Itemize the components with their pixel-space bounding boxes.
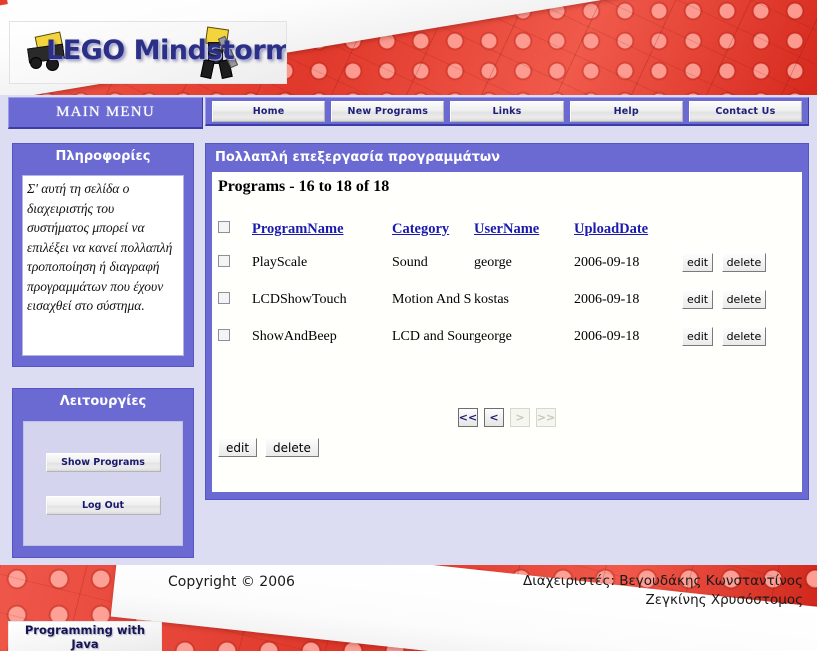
content-body: Programs - 16 to 18 of 18 ProgramName Ca… — [212, 172, 802, 492]
copyright-label: Copyright © 2006 — [168, 574, 295, 590]
content-heading: Πολλαπλή επεξεργασία προγραμμάτων — [215, 150, 501, 165]
sort-link-uploaddate[interactable]: UploadDate — [574, 221, 648, 237]
administrators-line-1: Διαχειριστές: Βεγουδάκης Κωνσταντίνος — [523, 573, 803, 589]
main-menu-bar: MAIN MENU Home New Programs Links Help C… — [0, 95, 817, 131]
cell-actions: edit delete — [682, 318, 796, 355]
programs-count-label: Programs - 16 to 18 of 18 — [218, 178, 390, 195]
main-menu-title: MAIN MENU — [8, 97, 203, 129]
java-badge-line-1: Programming with — [24, 623, 146, 637]
logo-wordmark: LEGO Mindstorms — [46, 35, 287, 66]
pagination-controls: << < > >> — [212, 408, 802, 427]
site-header-banner: LEGO Mindstorms — [0, 0, 817, 95]
row-edit-button[interactable]: edit — [682, 253, 714, 272]
minifig-left-wheel-icon — [30, 57, 42, 69]
administrators-line-2: Ζεγκίνης Χρυσόστομος — [645, 592, 803, 608]
sidebar-functions-title: Λειτουργίες — [59, 393, 147, 409]
column-header-category: Category — [392, 214, 474, 244]
cell-category: Sound — [392, 254, 428, 270]
row-select-cell — [218, 281, 252, 318]
sort-link-category[interactable]: Category — [392, 221, 449, 237]
lego-mindstorms-logo: LEGO Mindstorms — [9, 21, 287, 84]
row-edit-button[interactable]: edit — [682, 327, 714, 346]
column-header-uploaddate: UploadDate — [574, 214, 682, 244]
show-programs-button[interactable]: Show Programs — [45, 452, 161, 472]
table-row: PlayScale Sound george 2006-09-18 edit d… — [218, 244, 796, 281]
pager-last: >> — [536, 408, 556, 427]
row-checkbox[interactable] — [218, 291, 230, 304]
pager-next: > — [510, 408, 530, 427]
cell-uploaddate: 2006-09-18 — [574, 254, 640, 270]
sort-link-programname[interactable]: ProgramName — [252, 221, 344, 237]
bulk-actions: edit delete — [218, 438, 319, 457]
sidebar-info-body: Σ' αυτή τη σελίδα ο διαχειριστής του συσ… — [22, 175, 184, 356]
content-panel: Πολλαπλή επεξεργασία προγραμμάτων Progra… — [205, 143, 809, 500]
bulk-delete-button[interactable]: delete — [265, 438, 319, 457]
cell-category: LCD and Soun — [392, 328, 474, 344]
select-all-checkbox[interactable] — [218, 221, 230, 233]
cell-category: Motion And S — [392, 291, 472, 307]
cell-uploaddate: 2006-09-18 — [574, 328, 640, 344]
cell-actions: edit delete — [682, 244, 796, 281]
page-root: LEGO Mindstorms MAIN MENU Home New Progr… — [0, 0, 817, 651]
row-checkbox[interactable] — [218, 328, 230, 341]
main-menu-title-label: MAIN MENU — [56, 104, 155, 120]
cell-programname: LCDShowTouch — [252, 291, 347, 307]
programs-table: ProgramName Category UserName UploadDate — [218, 214, 796, 355]
row-edit-button[interactable]: edit — [682, 290, 714, 309]
nav-new-programs[interactable]: New Programs — [331, 100, 445, 122]
main-nav-buttons: Home New Programs Links Help Contact Us — [205, 97, 809, 126]
cell-uploaddate: 2006-09-18 — [574, 291, 640, 307]
nav-contact-us[interactable]: Contact Us — [688, 100, 803, 122]
table-row: ShowAndBeep LCD and Soun george 2006-09-… — [218, 318, 796, 355]
programming-with-java-badge: Programming with Java — [8, 621, 162, 651]
cell-actions: edit delete — [682, 281, 796, 318]
cell-username: george — [474, 328, 512, 344]
cell-programname: PlayScale — [252, 254, 308, 270]
column-header-username: UserName — [474, 214, 574, 244]
sidebar-info-text: Σ' αυτή τη σελίδα ο διαχειριστής του συσ… — [27, 181, 173, 313]
nav-help[interactable]: Help — [569, 100, 683, 122]
row-select-cell — [218, 244, 252, 281]
row-checkbox[interactable] — [218, 254, 230, 267]
row-delete-button[interactable]: delete — [721, 290, 767, 309]
table-header-row: ProgramName Category UserName UploadDate — [218, 214, 796, 244]
select-all-cell — [218, 214, 252, 244]
sidebar-functions-body: Show Programs Log Out — [23, 421, 183, 546]
table-row: LCDShowTouch Motion And S kostas 2006-09… — [218, 281, 796, 318]
pager-prev[interactable]: < — [484, 408, 504, 427]
nav-links[interactable]: Links — [450, 100, 564, 122]
cell-username: kostas — [474, 291, 509, 307]
java-badge-line-2: Java — [71, 637, 99, 651]
administrators-block: Διαχειριστές: Βεγουδάκης Κωνσταντίνος Ζε… — [523, 572, 803, 610]
cell-username: george — [474, 254, 512, 270]
row-select-cell — [218, 318, 252, 355]
bulk-edit-button[interactable]: edit — [218, 438, 258, 457]
column-header-programname: ProgramName — [252, 214, 392, 244]
row-delete-button[interactable]: delete — [721, 253, 767, 272]
cell-programname: ShowAndBeep — [252, 328, 337, 344]
nav-home[interactable]: Home — [212, 100, 326, 122]
sort-link-username[interactable]: UserName — [474, 221, 539, 237]
sidebar-info-title: Πληροφορίες — [55, 148, 151, 164]
sidebar-functions-panel: Λειτουργίες Show Programs Log Out — [12, 388, 194, 558]
sidebar-info-panel: Πληροφορίες Σ' αυτή τη σελίδα ο διαχειρι… — [12, 143, 194, 367]
column-header-actions — [682, 214, 796, 244]
pager-first[interactable]: << — [458, 408, 478, 427]
log-out-button[interactable]: Log Out — [45, 495, 161, 515]
row-delete-button[interactable]: delete — [721, 327, 767, 346]
